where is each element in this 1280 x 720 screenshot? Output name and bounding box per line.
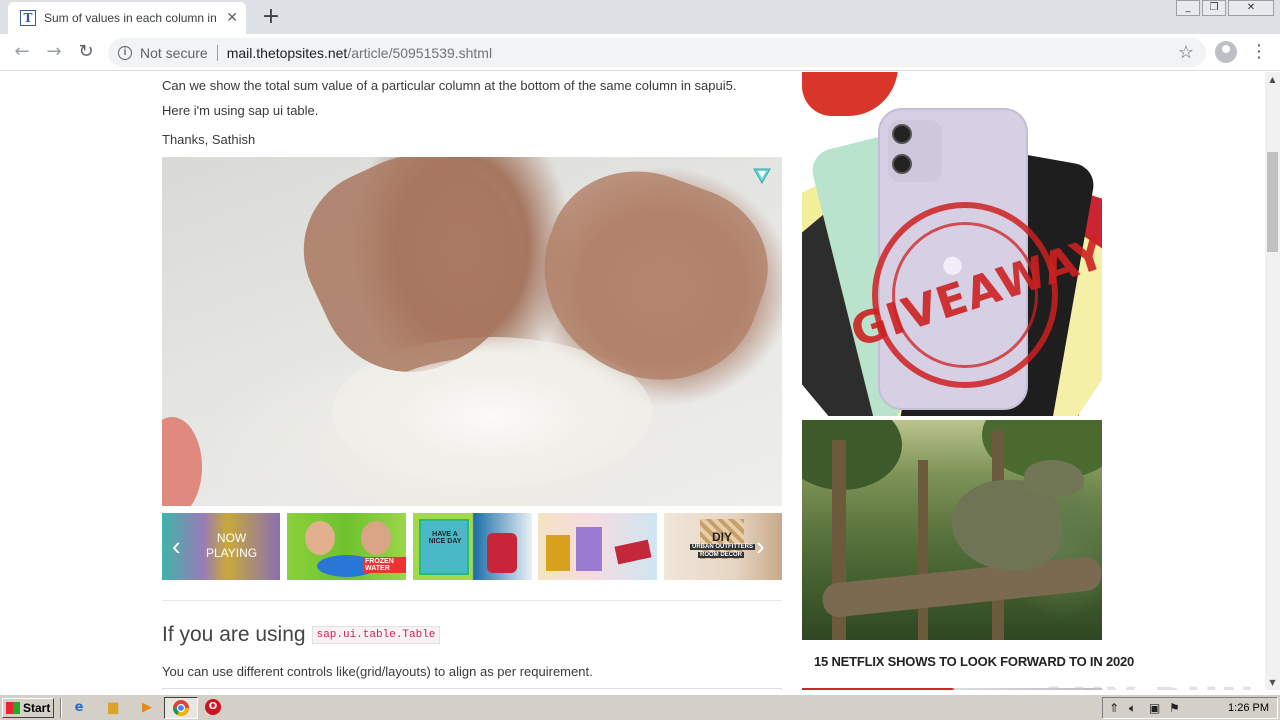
url-path: /article/50951539.shtml — [347, 44, 493, 61]
thumb-caption: HAVE A NICE DAY — [428, 531, 462, 545]
ad-image-dinosaur — [802, 420, 1102, 640]
question-paragraph: Can we show the total sum value of a par… — [162, 78, 737, 93]
omnibox-divider — [216, 44, 218, 61]
carousel-thumb[interactable]: FROZEN WATER — [287, 513, 406, 580]
window-close-icon[interactable]: ✕ — [1228, 0, 1274, 16]
code-block — [162, 688, 782, 690]
minimize-icon[interactable]: _ — [1176, 0, 1200, 16]
ad-foliage — [802, 420, 902, 490]
start-button[interactable]: Start — [2, 698, 54, 718]
forward-arrow-icon[interactable]: → — [42, 40, 66, 64]
scrollbar-thumb[interactable] — [1267, 152, 1278, 252]
thumb-vase — [576, 527, 602, 571]
back-arrow-icon[interactable]: ← — [10, 40, 34, 64]
question-paragraph-2: Here i'm using sap ui table. — [162, 103, 319, 118]
not-secure-label: Not secure — [140, 44, 208, 61]
page-scrollbar[interactable]: ▲ ▼ — [1265, 72, 1280, 690]
thumb-caption: FROZEN WATER — [363, 557, 406, 573]
tab-title: Sum of values in each column in a table — [44, 11, 220, 25]
web-page: Can we show the total sum value of a par… — [0, 72, 1265, 690]
thumb-face — [305, 521, 335, 555]
taskbar-clock[interactable]: 1:26 PM — [1228, 702, 1269, 714]
ad-dinosaur-head — [1024, 460, 1084, 496]
thumb-caption: DIY — [712, 530, 733, 544]
taskbar-separator — [60, 698, 62, 718]
thumb-drone — [614, 539, 652, 565]
now-playing-line: PLAYING — [206, 546, 258, 560]
giveaway-ad[interactable]: ● GIVEAWAY — [802, 72, 1102, 416]
scroll-up-icon[interactable]: ▲ — [1265, 72, 1280, 87]
network-icon[interactable]: ▣ — [1149, 701, 1160, 715]
profile-avatar-icon[interactable] — [1215, 41, 1237, 63]
browser-menu-icon[interactable]: ⋮ — [1250, 41, 1268, 63]
ad-sticker — [802, 72, 898, 116]
carousel-thumb[interactable]: HAVE A NICE DAY — [413, 513, 532, 580]
signoff-text: Thanks, Sathish — [162, 132, 256, 147]
carousel-thumb[interactable] — [538, 513, 657, 580]
info-icon[interactable]: i — [118, 45, 132, 60]
thumb-notebook — [419, 519, 469, 575]
video-frame-flour — [362, 357, 622, 477]
thumb-caption: URBAN OUTFITTERS — [690, 544, 755, 550]
answer-heading: If you are using sap.ui.table.Table — [162, 623, 441, 647]
now-playing-line: NOW — [216, 531, 247, 545]
thumb-caption: ROOM DECOR — [698, 552, 744, 558]
thumb-cup — [487, 533, 517, 573]
carousel-next-chevron-icon[interactable]: › — [756, 533, 765, 559]
answer-paragraph: You can use different controls like(grid… — [162, 664, 593, 679]
media-player-icon[interactable]: ▶ — [138, 699, 156, 717]
camera-lens — [892, 154, 912, 174]
site-favicon-icon: T — [20, 10, 36, 26]
video-carousel: NOW PLAYING ‹ FROZEN WATER HAVE A NICE D… — [162, 513, 782, 580]
chrome-icon — [172, 700, 190, 717]
close-tab-icon[interactable]: ✕ — [226, 10, 238, 26]
player-logo-icon — [753, 168, 771, 185]
volume-icon[interactable]: 🔈︎ — [1129, 701, 1136, 716]
system-tray: ⇑ 🔈︎ ▣ ⚑ 1:26 PM — [1102, 697, 1278, 719]
chrome-task-button[interactable] — [164, 697, 198, 719]
inline-code: sap.ui.table.Table — [311, 626, 441, 644]
video-frame-bowl — [162, 417, 202, 506]
ad-log — [820, 555, 1102, 619]
ad-tree — [918, 460, 928, 640]
camera-block — [888, 120, 942, 182]
browser-tab[interactable]: T Sum of values in each column in a tabl… — [8, 2, 246, 34]
answer-heading-text: If you are using — [162, 623, 306, 646]
taskbar: Start e ▆ ▶ O ⇑ 🔈︎ ▣ ⚑ 1:26 PM — [0, 694, 1280, 720]
start-label: Start — [23, 701, 51, 715]
windows-logo-icon — [6, 702, 20, 714]
tab-strip: T Sum of values in each column in a tabl… — [0, 0, 1280, 34]
new-tab-plus-icon[interactable]: + — [258, 4, 284, 30]
thumb-vase — [546, 535, 570, 571]
browser-toolbar: ← → ↻ i Not secure mail.thetopsites.net /… — [0, 34, 1280, 71]
scroll-down-icon[interactable]: ▼ — [1265, 675, 1280, 690]
url-host: mail.thetopsites.net — [226, 44, 348, 61]
opera-logo: O — [205, 699, 221, 715]
internet-explorer-icon[interactable]: e — [70, 699, 88, 717]
restore-icon[interactable]: ❐ — [1202, 0, 1226, 16]
reload-icon[interactable]: ↻ — [74, 40, 98, 64]
camera-lens — [892, 124, 912, 144]
bookmark-star-icon[interactable]: ☆ — [1178, 42, 1194, 63]
watermark: ANY RUN — [1038, 680, 1256, 690]
address-bar[interactable]: i Not secure mail.thetopsites.net/articl… — [108, 38, 1206, 67]
netflix-ad[interactable]: 15 NETFLIX SHOWS TO LOOK FORWARD TO IN 2… — [802, 420, 1134, 688]
section-divider — [162, 600, 782, 601]
action-center-flag-icon[interactable]: ⚑ — [1169, 701, 1180, 715]
tray-expand-icon[interactable]: ⇑ — [1109, 701, 1119, 715]
carousel-prev-chevron-icon[interactable]: ‹ — [172, 533, 181, 559]
video-player[interactable] — [162, 157, 782, 506]
folder-icon[interactable]: ▆ — [104, 699, 122, 717]
thumb-face — [361, 521, 391, 555]
now-playing-label: NOW PLAYING — [206, 531, 257, 561]
window-controls: _ ❐ ✕ — [1174, 0, 1274, 16]
opera-icon[interactable]: O — [205, 699, 223, 717]
